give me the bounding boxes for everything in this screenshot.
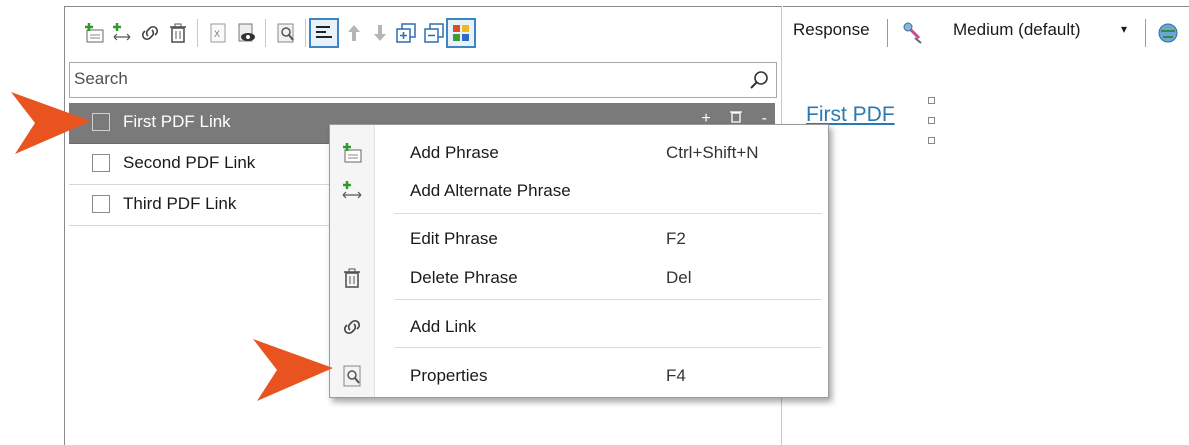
menu-item-label: Add Phrase — [410, 143, 499, 162]
search-box — [69, 62, 777, 98]
add-phrase-icon[interactable] — [81, 20, 107, 46]
phrase-label: First PDF Link — [123, 112, 231, 131]
phrase-label: Second PDF Link — [123, 153, 256, 172]
menu-item-label: Edit Phrase — [410, 229, 498, 248]
checkbox[interactable] — [92, 195, 110, 213]
menu-item-label: Add Link — [410, 317, 477, 336]
menu-item-shortcut: Del — [666, 268, 692, 287]
expand-all-icon[interactable] — [393, 20, 419, 46]
menu-item-shortcut: F2 — [666, 229, 686, 248]
link-icon[interactable] — [137, 20, 163, 46]
callout-arrow-icon — [253, 339, 333, 401]
callout-arrow-icon — [11, 92, 91, 154]
menu-item-properties[interactable]: Properties F4 — [330, 356, 828, 394]
link-icon — [343, 319, 361, 335]
voice-icon[interactable] — [901, 20, 927, 46]
properties-icon[interactable] — [273, 20, 299, 46]
voice-dropdown[interactable]: Medium (default) — [953, 20, 1081, 40]
menu-item-edit-phrase[interactable]: Edit Phrase F2 — [330, 219, 828, 257]
trash-icon[interactable] — [165, 20, 191, 46]
move-down-icon[interactable] — [367, 20, 393, 46]
search-input[interactable] — [70, 63, 744, 95]
menu-item-add-alternate-phrase[interactable]: Add Alternate Phrase — [330, 171, 828, 209]
phrase-toolbar: X — [65, 7, 781, 57]
menu-item-shortcut: F4 — [666, 366, 686, 385]
menu-item-delete-phrase[interactable]: Delete Phrase Del — [330, 258, 828, 296]
menu-item-label: Properties — [410, 366, 488, 385]
add-alternate-phrase-icon — [342, 181, 362, 199]
export-icon[interactable]: X — [205, 20, 231, 46]
list-view-icon[interactable] — [309, 18, 339, 48]
menu-item-shortcut: Ctrl+Shift+N — [666, 143, 759, 162]
menu-item-label: Add Alternate Phrase — [410, 181, 571, 200]
chevron-down-icon[interactable]: ▾ — [1121, 22, 1127, 36]
context-menu: Add Phrase Ctrl+Shift+N Add Alternate Ph… — [329, 124, 829, 398]
search-icon[interactable] — [748, 69, 770, 91]
collapse-all-icon[interactable] — [421, 20, 447, 46]
move-up-icon[interactable] — [341, 20, 367, 46]
add-phrase-icon — [343, 143, 362, 163]
add-alternate-phrase-icon[interactable] — [109, 20, 135, 46]
trash-icon — [344, 268, 360, 288]
response-toolbar: Response Medium (default) ▾ — [783, 7, 1189, 57]
svg-text:X: X — [214, 29, 220, 39]
menu-item-add-link[interactable]: Add Link — [330, 307, 828, 345]
menu-item-add-phrase[interactable]: Add Phrase Ctrl+Shift+N — [330, 133, 828, 171]
menu-item-label: Delete Phrase — [410, 268, 518, 287]
response-pane: Response Medium (default) ▾ First PDF — [783, 6, 1189, 445]
globe-icon[interactable] — [1155, 20, 1181, 46]
properties-icon — [343, 365, 361, 387]
response-label: Response — [793, 20, 870, 39]
color-grid-icon[interactable] — [446, 18, 476, 48]
preview-icon[interactable] — [233, 20, 259, 46]
phrase-label: Third PDF Link — [123, 194, 237, 213]
